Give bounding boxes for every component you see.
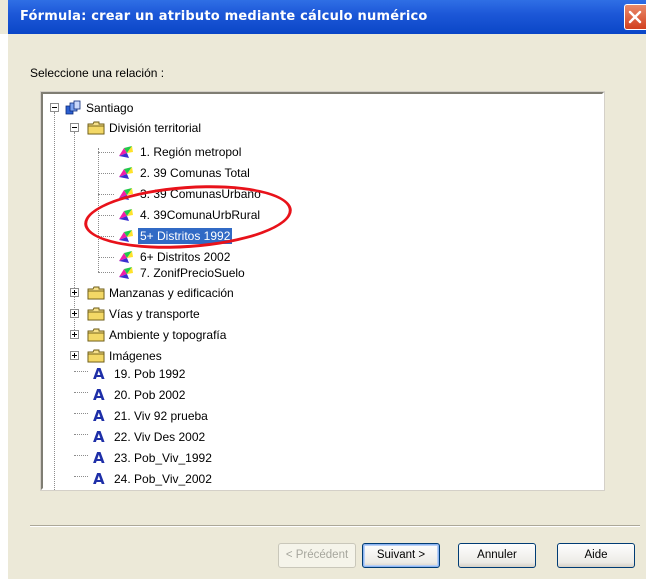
next-button[interactable]: Suivant > [362, 543, 440, 568]
tree-node-label: 1. Región metropol [140, 145, 242, 159]
tree-node-label: 24. Pob_Viv_2002 [114, 472, 212, 486]
tree-node-label: Manzanas y edificación [109, 286, 234, 300]
tree-node-folder[interactable]: Vías y transporte [43, 304, 343, 324]
tree-node-attribute[interactable]: A 24. Pob_Viv_2002 [43, 469, 343, 489]
attribute-a-icon: A [93, 470, 105, 488]
expand-toggle[interactable] [70, 351, 79, 360]
tree-node-layer-selected[interactable]: 5+ Distritos 1992 [43, 226, 343, 246]
expand-toggle[interactable] [70, 288, 79, 297]
tree-node-label: Santiago [86, 101, 134, 115]
title-bar[interactable]: Fórmula: crear un atributo mediante cálc… [8, 0, 646, 34]
previous-button[interactable]: < Précédent [278, 543, 356, 568]
map-layer-icon [117, 186, 135, 205]
tree-node-attribute[interactable]: A 22. Viv Des 2002 [43, 427, 343, 447]
tree-node-label: Imágenes [109, 349, 162, 363]
attribute-a-icon: A [93, 428, 105, 446]
footer-separator [30, 525, 640, 527]
tree-node-attribute[interactable]: A 19. Pob 1992 [43, 364, 343, 384]
map-layer-icon [117, 165, 135, 184]
expand-toggle[interactable] [70, 330, 79, 339]
close-icon [628, 10, 642, 24]
tree-node-label: 22. Viv Des 2002 [114, 430, 206, 444]
tree-node-label: División territorial [109, 121, 202, 135]
tree-node-attribute[interactable]: A 20. Pob 2002 [43, 385, 343, 405]
close-button[interactable] [624, 4, 646, 30]
tree-node-label: 19. Pob 1992 [114, 367, 186, 381]
tree-node-label: Ambiente y topografía [109, 328, 227, 342]
select-relation-label: Seleccione una relación : [30, 66, 165, 80]
attribute-a-icon: A [93, 365, 105, 383]
tree-node-folder[interactable]: Imágenes [43, 346, 343, 366]
attribute-a-icon: A [93, 449, 105, 467]
window-edge [0, 34, 8, 579]
dialog-window: Fórmula: crear un atributo mediante cálc… [0, 0, 646, 579]
map-layer-icon [117, 144, 135, 163]
help-button[interactable]: Aide [557, 543, 635, 568]
tree-node-division-territorial[interactable]: División territorial [43, 118, 293, 138]
map-layer-icon [117, 207, 135, 226]
folder-icon [87, 328, 105, 345]
collapse-toggle[interactable] [50, 103, 59, 112]
folder-icon [87, 286, 105, 303]
tree-node-label: 23. Pob_Viv_1992 [114, 451, 212, 465]
tree-node-santiago[interactable]: Santiago [43, 98, 243, 118]
folder-icon [87, 307, 105, 324]
cancel-button[interactable]: Annuler [458, 543, 536, 568]
folder-icon [87, 121, 105, 138]
tree-node-layer[interactable]: 1. Región metropol [43, 142, 343, 162]
tree-node-label: 20. Pob 2002 [114, 388, 186, 402]
tree-node-label: Vías y transporte [109, 307, 200, 321]
attribute-a-icon: A [93, 407, 105, 425]
tree-node-label: 21. Viv 92 prueba [114, 409, 208, 423]
tree-node-folder[interactable]: Manzanas y edificación [43, 283, 343, 303]
tree-node-folder[interactable]: Ambiente y topografía [43, 325, 343, 345]
map-layer-icon [117, 228, 135, 247]
tree-node-label: 5+ Distritos 1992 [138, 228, 233, 244]
collapse-toggle[interactable] [70, 123, 79, 132]
tree-node-label: 3. 39 ComunasUrbano [140, 187, 261, 201]
tree-node-label: 7. ZonifPrecioSuelo [140, 266, 245, 280]
expand-toggle[interactable] [70, 309, 79, 318]
tree-node-label: 2. 39 Comunas Total [140, 166, 250, 180]
tree-node-attribute[interactable]: A 23. Pob_Viv_1992 [43, 448, 343, 468]
tree-node-layer[interactable]: 7. ZonifPrecioSuelo [43, 263, 343, 283]
tree-node-layer[interactable]: 2. 39 Comunas Total [43, 163, 343, 183]
map-layer-icon [117, 265, 135, 284]
tree-node-layer[interactable]: 3. 39 ComunasUrbano [43, 184, 343, 204]
tree-node-attribute[interactable]: A 21. Viv 92 prueba [43, 406, 343, 426]
window-title: Fórmula: crear un atributo mediante cálc… [20, 9, 428, 24]
tree-node-layer[interactable]: 4. 39ComunaUrbRural [43, 205, 343, 225]
attribute-a-icon: A [93, 386, 105, 404]
tree-node-label: 4. 39ComunaUrbRural [140, 208, 261, 222]
relation-tree[interactable]: Santiago División territorial 1. Región … [41, 92, 604, 490]
database-icon [65, 100, 81, 119]
